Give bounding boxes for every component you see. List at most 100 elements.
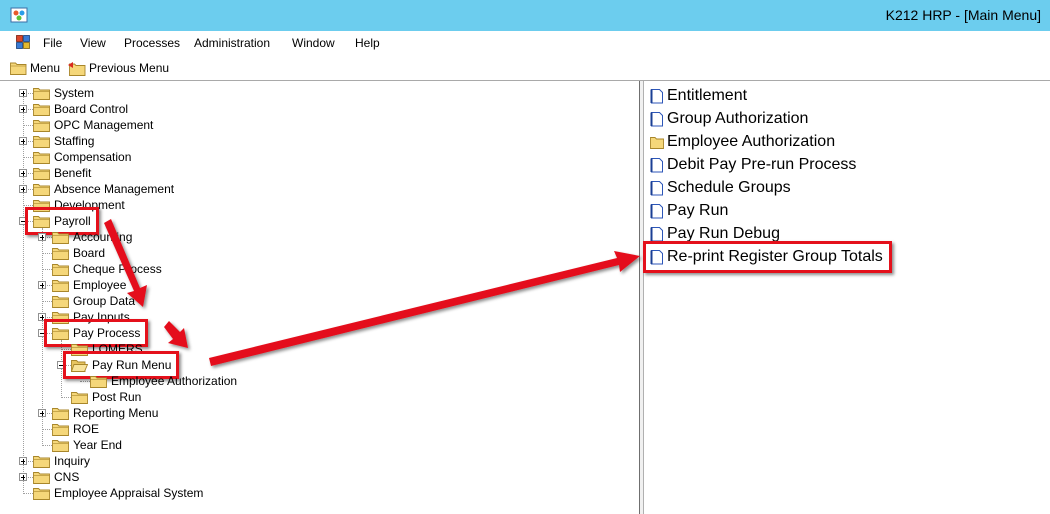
- folder-icon: [52, 231, 69, 244]
- tree-item-label: Cheque Process: [73, 262, 162, 276]
- tree-guide-line: [42, 269, 52, 270]
- list-item-label: Entitlement: [667, 87, 748, 104]
- tree-item[interactable]: Benefit: [33, 165, 91, 181]
- expand-toggle[interactable]: [19, 89, 27, 97]
- menu-administration[interactable]: Administration: [194, 36, 270, 50]
- tree-item[interactable]: Employee Authorization: [90, 373, 237, 389]
- tree-item[interactable]: Cheque Process: [52, 261, 162, 277]
- folder-icon: [52, 263, 69, 276]
- tree-item[interactable]: OPC Management: [33, 117, 153, 133]
- folder-icon: [33, 87, 50, 100]
- list-item[interactable]: Group Authorization: [650, 108, 808, 130]
- tree-guide-line: [23, 493, 33, 494]
- tree-item-label: ROE: [73, 422, 100, 436]
- list-item[interactable]: Entitlement: [650, 85, 747, 107]
- folder-icon: [52, 247, 69, 260]
- expand-toggle[interactable]: [38, 281, 46, 289]
- expand-toggle[interactable]: [19, 185, 27, 193]
- expand-toggle[interactable]: [19, 473, 27, 481]
- tree-item[interactable]: Accounting: [52, 229, 132, 245]
- tree-item-label: Staffing: [54, 134, 95, 148]
- tree-item-label: Board Control: [54, 102, 129, 116]
- folder-icon: [33, 471, 50, 484]
- tree-item[interactable]: Employee Appraisal System: [33, 485, 203, 501]
- tree-guide-line: [42, 301, 52, 302]
- tree-item[interactable]: Compensation: [33, 149, 131, 165]
- tree-item-label: Benefit: [54, 166, 92, 180]
- window-title: K212 HRP - [Main Menu]: [885, 7, 1041, 23]
- document-icon: [650, 204, 663, 219]
- expand-toggle[interactable]: [38, 409, 46, 417]
- folder-icon: [71, 391, 88, 404]
- tree-item[interactable]: ROE: [52, 421, 99, 437]
- tree-item-label: OPC Management: [54, 118, 154, 132]
- folder-back-icon: [68, 61, 86, 76]
- tree-item-label: Post Run: [92, 390, 142, 404]
- tree-guide-line: [23, 157, 33, 158]
- folder-icon: [10, 62, 27, 75]
- menu-button[interactable]: Menu: [10, 59, 60, 77]
- tree-guide-line: [80, 381, 90, 382]
- menu-file[interactable]: File: [43, 36, 62, 50]
- document-icon: [650, 89, 663, 104]
- document-icon: [650, 112, 663, 127]
- expand-toggle[interactable]: [19, 105, 27, 113]
- tree-guide-line: [23, 205, 33, 206]
- tree-guide-line: [23, 92, 24, 492]
- list-item-label: Group Authorization: [667, 110, 809, 127]
- expand-toggle[interactable]: [19, 457, 27, 465]
- document-icon: [650, 181, 663, 196]
- tree-item[interactable]: Post Run: [71, 389, 141, 405]
- folder-icon: [33, 455, 50, 468]
- tree-guide-line: [61, 397, 71, 398]
- tree-item[interactable]: Group Data: [52, 293, 135, 309]
- app-icon[interactable]: [10, 6, 28, 24]
- tree-item[interactable]: Inquiry: [33, 453, 90, 469]
- folder-icon: [33, 167, 50, 180]
- tree-item[interactable]: Reporting Menu: [52, 405, 158, 421]
- tree-item[interactable]: Year End: [52, 437, 122, 453]
- menu-help[interactable]: Help: [355, 36, 380, 50]
- tree-guide-line: [42, 445, 52, 446]
- folder-icon: [52, 407, 69, 420]
- menu-processes[interactable]: Processes: [124, 36, 180, 50]
- folder-icon: [33, 135, 50, 148]
- list-item-label: Debit Pay Pre-run Process: [667, 156, 857, 173]
- tree-guide-line: [42, 253, 52, 254]
- tree-item-label: Year End: [73, 438, 122, 452]
- folder-icon: [90, 375, 107, 388]
- folder-icon: [650, 137, 664, 149]
- tree-item[interactable]: CNS: [33, 469, 79, 485]
- folder-icon: [33, 151, 50, 164]
- tree-item-label: Inquiry: [54, 454, 91, 468]
- menu-window[interactable]: Window: [292, 36, 335, 50]
- folder-icon: [33, 487, 50, 500]
- list-item[interactable]: Debit Pay Pre-run Process: [650, 154, 856, 176]
- expand-toggle[interactable]: [19, 137, 27, 145]
- tree-item[interactable]: Board Control: [33, 101, 128, 117]
- list-item-label: Pay Run: [667, 202, 729, 219]
- tree-guide-line: [23, 125, 33, 126]
- tree-item[interactable]: Employee: [52, 277, 126, 293]
- folder-icon: [52, 439, 69, 452]
- expand-toggle[interactable]: [38, 233, 46, 241]
- document-icon: [650, 227, 663, 242]
- tree-item[interactable]: Staffing: [33, 133, 94, 149]
- tree-item[interactable]: Absence Management: [33, 181, 174, 197]
- tree-item-label: Absence Management: [54, 182, 175, 196]
- document-menu-icon[interactable]: [16, 35, 31, 49]
- folder-icon: [33, 183, 50, 196]
- tree-item[interactable]: System: [33, 85, 94, 101]
- list-item[interactable]: Pay Run: [650, 200, 728, 222]
- menu-view[interactable]: View: [80, 36, 106, 50]
- tree-guide-line: [42, 429, 52, 430]
- tree-item[interactable]: Board: [52, 245, 105, 261]
- previous-menu-button[interactable]: Previous Menu: [67, 59, 169, 77]
- list-item[interactable]: Schedule Groups: [650, 177, 791, 199]
- highlight-box: [643, 241, 892, 273]
- expand-toggle[interactable]: [19, 169, 27, 177]
- menu-button-label: Menu: [30, 61, 61, 75]
- list-item[interactable]: Employee Authorization: [650, 131, 835, 153]
- folder-icon: [33, 119, 50, 132]
- tree-item-label: Employee: [73, 278, 127, 292]
